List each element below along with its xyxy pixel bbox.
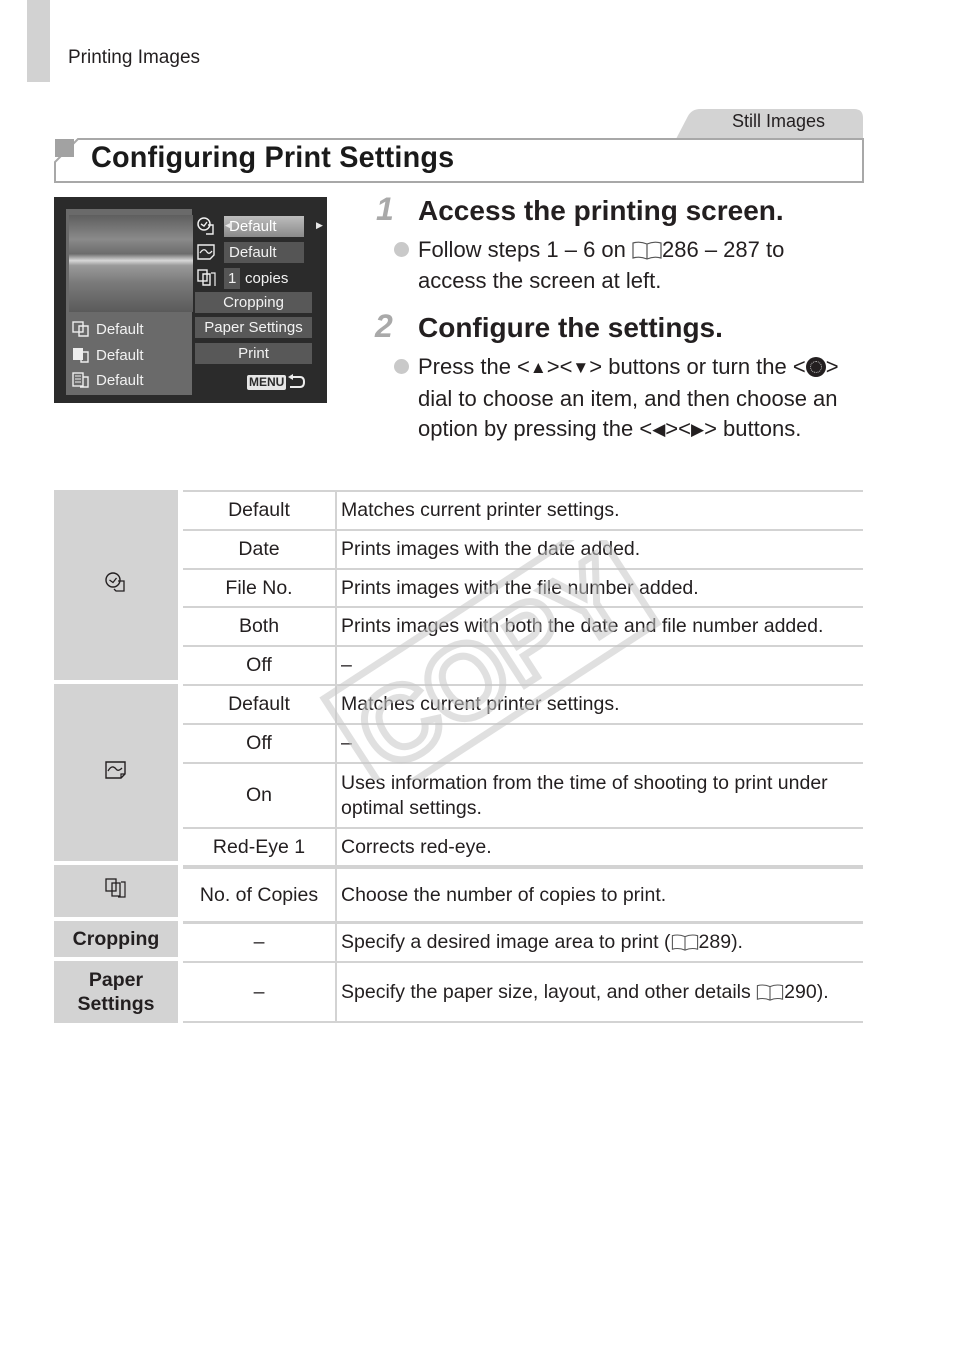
description-cell: Prints images with the file number added… xyxy=(337,568,863,606)
down-button-icon: ▼ xyxy=(572,358,590,377)
chapter-side-tab xyxy=(27,0,50,82)
copies-unit: copies xyxy=(245,269,289,287)
copies-icon xyxy=(105,878,126,898)
left-arrow-icon: ◀ xyxy=(225,220,232,230)
left-item-layout: Default xyxy=(72,369,144,391)
group-header-paper-settings: Paper Settings xyxy=(54,961,183,1023)
table-row: Paper Settings – Specify the paper size, … xyxy=(54,961,863,1023)
left-item-paper: Default xyxy=(72,318,144,340)
description-cell: Corrects red-eye. xyxy=(337,827,863,865)
right-item-date: Default xyxy=(196,215,304,237)
description-cell: – xyxy=(337,723,863,762)
table-row: Default Matches current printer settings… xyxy=(54,684,863,865)
description-cell: Specify the paper size, layout, and othe… xyxy=(337,961,863,1023)
group-header-image-optimize xyxy=(54,684,183,865)
option-cell: Off xyxy=(183,723,337,762)
description-cell: Choose the number of copies to print. xyxy=(337,865,863,921)
right-arrow-icon: ▶ xyxy=(316,220,323,230)
description-cell: Specify a desired image area to print (2… xyxy=(337,921,863,961)
option-cell: Red-Eye 1 xyxy=(183,827,337,865)
page-reference-link[interactable]: 289 xyxy=(699,931,732,953)
image-optimize-icon xyxy=(105,760,126,779)
return-arrow-icon xyxy=(288,374,306,388)
cropping-button: Cropping xyxy=(195,292,312,313)
print-settings-table: Default Matches current printer settings… xyxy=(54,490,863,1023)
description-cell: Uses information from the time of shooti… xyxy=(337,762,863,827)
step-number-1: 1 xyxy=(376,191,394,227)
step-title-2: Configure the settings. xyxy=(418,312,723,343)
description-cell: Matches current printer settings. xyxy=(337,684,863,723)
copies-count-field: 1 xyxy=(224,267,240,289)
date-value-field: Default xyxy=(224,215,304,237)
left-item-quality: Default xyxy=(72,344,144,366)
step-number-2: 2 xyxy=(375,308,393,344)
option-cell: Both xyxy=(183,606,337,645)
date-print-icon xyxy=(197,217,214,235)
book-reference-icon xyxy=(632,241,662,260)
table-row: Default Matches current printer settings… xyxy=(54,490,863,684)
image-optimize-icon xyxy=(197,244,215,260)
layout-icon xyxy=(72,372,89,388)
description-cell: Prints images with the date added. xyxy=(337,529,863,568)
still-images-tag: Still Images xyxy=(676,108,863,139)
date-print-icon xyxy=(105,572,125,592)
menu-back-hint: MENU xyxy=(247,374,306,390)
paper-settings-button: Paper Settings xyxy=(195,317,312,338)
camera-print-screen: Default Default Default Default ◀ ▶ Defa… xyxy=(54,197,327,403)
group-header-cropping: Cropping xyxy=(54,921,183,961)
paper-type-icon xyxy=(72,321,89,337)
option-cell: Default xyxy=(183,684,337,723)
option-cell: On xyxy=(183,762,337,827)
print-quality-icon xyxy=(73,348,89,363)
optimize-value-field: Default xyxy=(224,241,304,263)
up-button-icon: ▲ xyxy=(529,358,547,377)
right-item-optimize: Default xyxy=(196,241,304,263)
option-cell: Default xyxy=(183,490,337,529)
table-row: Cropping – Specify a desired image area … xyxy=(54,921,863,961)
still-images-label: Still Images xyxy=(731,111,825,131)
section-title: Configuring Print Settings xyxy=(91,141,455,174)
step-title-1: Access the printing screen. xyxy=(418,195,784,226)
page-reference-link[interactable]: 286 – 287 xyxy=(662,237,760,262)
option-cell: Date xyxy=(183,529,337,568)
bullet-icon xyxy=(394,359,409,374)
option-cell: – xyxy=(183,961,337,1023)
step-text-1: Follow steps 1 – 6 on 286 – 287 to acces… xyxy=(418,237,785,293)
option-cell: No. of Copies xyxy=(183,865,337,921)
preview-photo xyxy=(69,215,193,312)
step-text-2: Press the <▲><▼> buttons or turn the < > … xyxy=(418,352,848,446)
option-cell: File No. xyxy=(183,568,337,606)
group-header-copies xyxy=(54,865,183,921)
running-head: Printing Images xyxy=(68,47,201,68)
description-cell: Prints images with both the date and fil… xyxy=(337,606,863,645)
left-button-icon: ◀ xyxy=(652,420,666,439)
control-dial-icon xyxy=(805,357,826,377)
group-header-date-print xyxy=(54,490,183,684)
right-item-copies: 1 copies xyxy=(196,267,288,289)
table-row: No. of Copies Choose the number of copie… xyxy=(54,865,863,921)
copies-icon xyxy=(197,269,216,286)
bullet-icon xyxy=(394,242,409,257)
description-cell: Matches current printer settings. xyxy=(337,490,863,529)
menu-badge: MENU xyxy=(247,374,287,390)
page-reference-link[interactable]: 290 xyxy=(784,981,817,1003)
option-cell: Off xyxy=(183,645,337,684)
book-reference-icon xyxy=(757,983,784,1001)
right-button-icon: ▶ xyxy=(691,420,705,439)
description-cell: – xyxy=(337,645,863,684)
option-cell: – xyxy=(183,921,337,961)
book-reference-icon xyxy=(671,934,698,951)
print-button: Print xyxy=(195,343,312,364)
